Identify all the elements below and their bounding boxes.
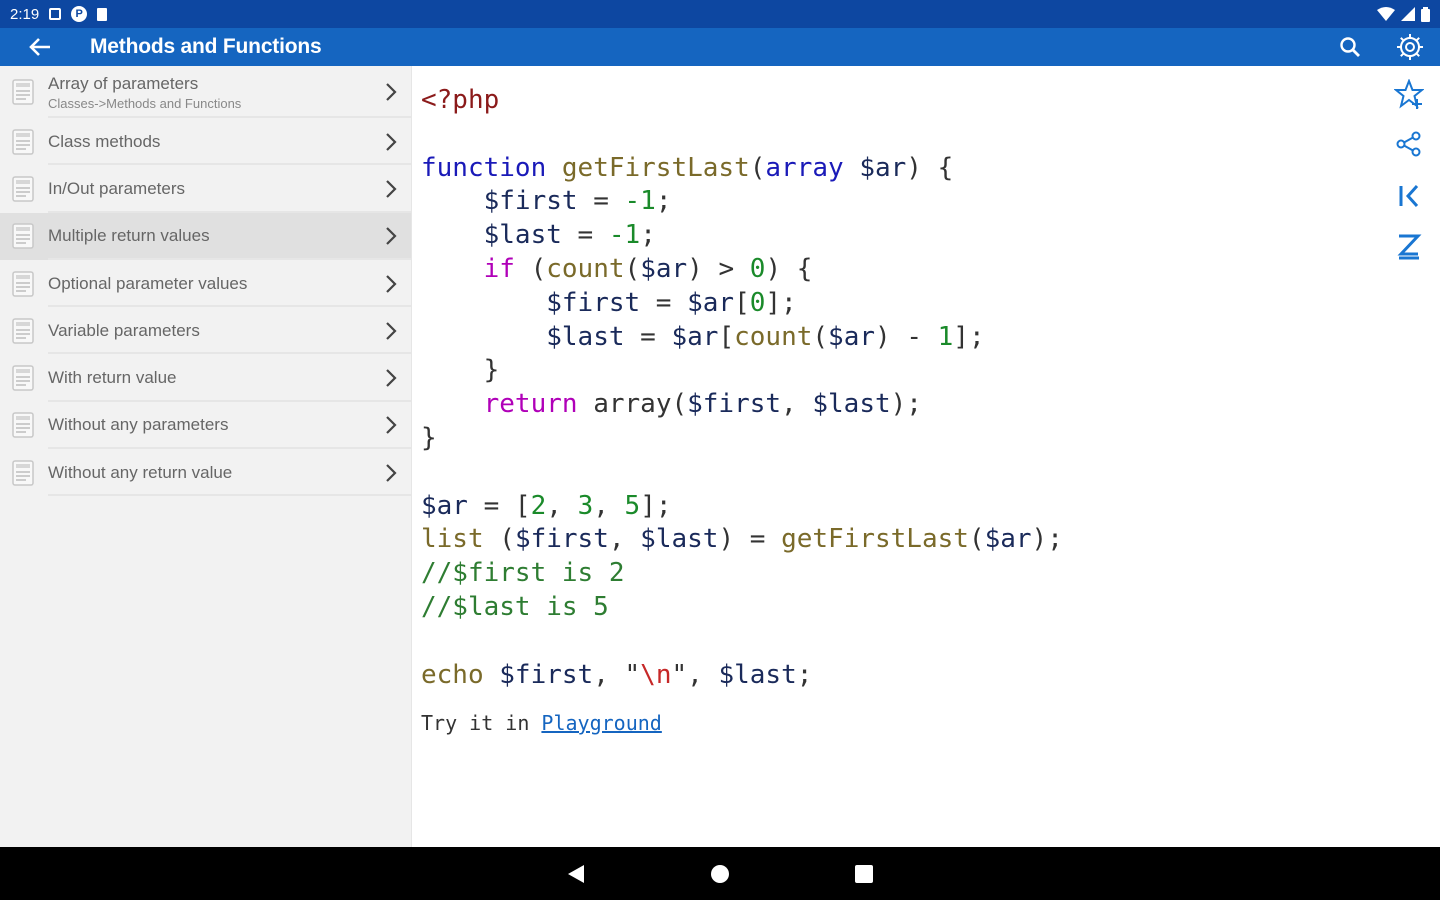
square-notification-icon <box>49 8 62 20</box>
code-line: $first = $ar[0]; <box>546 287 797 318</box>
list-item-label: Without any parameters <box>48 415 229 435</box>
code-line: } <box>421 422 437 453</box>
list-item[interactable]: Optional parameter values <box>0 260 411 308</box>
p-app-icon: P <box>71 6 88 22</box>
nav-back-button[interactable] <box>546 847 606 900</box>
nav-recents-button[interactable] <box>834 847 894 900</box>
chevron-right-icon <box>386 416 397 435</box>
share-icon <box>1396 131 1421 157</box>
list-item-label: Optional parameter values <box>48 273 248 293</box>
document-icon <box>12 365 34 391</box>
document-icon <box>12 223 34 249</box>
document-icon <box>12 412 34 439</box>
list-item[interactable]: In/Out parameters <box>0 165 411 213</box>
chevron-right-icon <box>386 180 397 198</box>
code-line: echo $first, "\n", $last; <box>421 659 813 690</box>
chevron-right-icon <box>386 369 397 387</box>
action-rail <box>1380 66 1440 847</box>
code-block: <?php function getFirstLast(array $ar) { … <box>421 84 1063 692</box>
code-line: $last = $ar[count($ar) - 1]; <box>546 321 985 352</box>
sigma-button[interactable] <box>1393 230 1425 262</box>
code-line: <?php <box>421 85 500 115</box>
arrow-left-icon <box>29 38 50 56</box>
page-title: Methods and Functions <box>90 35 322 58</box>
list-item-label: Class methods <box>48 131 161 151</box>
list-item-label: Multiple return values <box>48 226 210 246</box>
code-line: list ($first, $last) = getFirstLast($ar)… <box>421 524 1063 555</box>
list-item[interactable]: Without any parameters <box>0 402 411 450</box>
list-item[interactable]: Without any return value <box>0 449 411 497</box>
back-button[interactable] <box>0 28 80 66</box>
code-line: $first = -1; <box>483 186 672 217</box>
signal-icon <box>1401 7 1415 21</box>
status-bar: 2:19 P <box>0 0 1440 28</box>
system-nav-bar <box>0 847 1440 900</box>
code-line: } <box>421 355 500 386</box>
battery-icon <box>1421 6 1430 22</box>
code-line: if (count($ar) > 0) { <box>483 253 813 284</box>
back-triangle-icon <box>568 864 584 883</box>
wifi-icon <box>1377 7 1395 21</box>
nav-home-button[interactable] <box>690 847 750 900</box>
list-item[interactable]: Multiple return values <box>0 212 411 261</box>
code-line: function getFirstLast(array $ar) { <box>421 152 954 183</box>
home-circle-icon <box>711 864 729 883</box>
list-item[interactable]: Variable parameters <box>0 307 411 355</box>
search-icon <box>1340 37 1360 57</box>
chevron-right-icon <box>386 83 397 101</box>
document-icon <box>12 318 34 344</box>
sigma-z-icon <box>1397 234 1422 260</box>
document-icon <box>12 459 34 486</box>
list-item-label: Without any return value <box>48 462 233 482</box>
try-it-line: Try it in Playground <box>421 711 662 735</box>
code-panel: <?php function getFirstLast(array $ar) { … <box>412 66 1380 847</box>
list-item-label: Array of parameters <box>48 73 199 93</box>
list-item-label: With return value <box>48 368 177 388</box>
list-item-label: In/Out parameters <box>48 178 186 198</box>
document-icon <box>12 270 34 297</box>
chevron-right-icon <box>386 227 397 246</box>
favorite-button[interactable] <box>1393 78 1425 110</box>
list-item[interactable]: Array of parameters Classes->Methods and … <box>0 66 411 118</box>
sd-card-icon <box>97 7 108 21</box>
first-page-button[interactable] <box>1393 180 1425 212</box>
app-bar: Methods and Functions <box>0 28 1440 66</box>
playground-link[interactable]: Playground <box>541 711 661 735</box>
chevron-right-icon <box>386 463 397 482</box>
star-plus-icon <box>1394 79 1424 109</box>
share-button[interactable] <box>1393 128 1425 160</box>
list-item-label: Variable parameters <box>48 320 200 340</box>
code-line: return array($first, $last); <box>483 389 922 420</box>
chevron-right-icon <box>386 322 397 340</box>
document-icon <box>12 176 34 202</box>
first-page-icon <box>1399 184 1419 208</box>
list-item[interactable]: Class methods <box>0 118 411 166</box>
gear-icon <box>1397 34 1423 60</box>
list-item-subtitle: Classes->Methods and Functions <box>48 95 242 111</box>
status-time: 2:19 <box>10 5 40 23</box>
chevron-right-icon <box>386 274 397 293</box>
code-line: //$last is 5 <box>421 591 609 622</box>
code-line: //$first is 2 <box>421 558 625 589</box>
topic-list: Array of parameters Classes->Methods and … <box>0 66 412 847</box>
try-it-prefix: Try it in <box>421 711 542 735</box>
document-icon <box>12 79 34 105</box>
settings-button[interactable] <box>1380 28 1440 66</box>
code-line: $last = -1; <box>483 220 656 251</box>
recents-square-icon <box>855 864 873 883</box>
code-line: $ar = [2, 3, 5]; <box>421 490 672 521</box>
list-item[interactable]: With return value <box>0 354 411 403</box>
chevron-right-icon <box>386 132 397 151</box>
document-icon <box>12 128 34 155</box>
search-button[interactable] <box>1320 28 1380 66</box>
